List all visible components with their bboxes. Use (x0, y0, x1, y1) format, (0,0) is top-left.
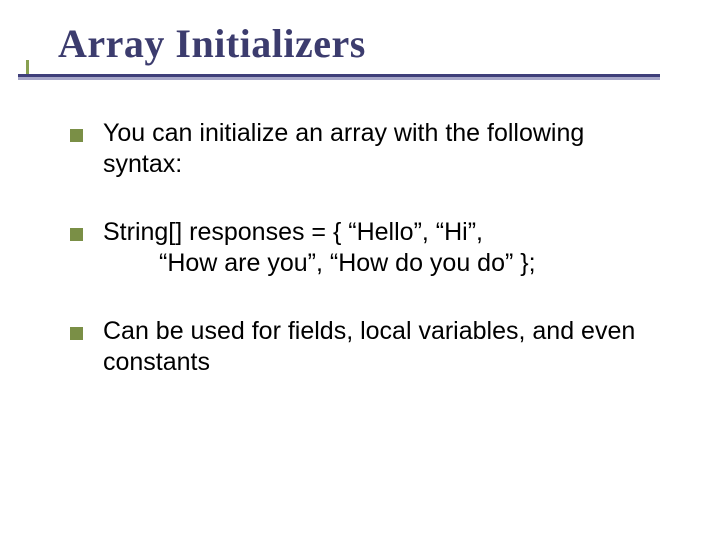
square-bullet-icon (70, 129, 83, 142)
bullet-item: String[] responses = { “Hello”, “Hi”, “H… (70, 217, 660, 278)
title-underline (18, 74, 660, 80)
code-line-1: String[] responses = { “Hello”, “Hi”, (103, 217, 660, 248)
bullet-item: You can initialize an array with the fol… (70, 118, 660, 179)
bullet-text: You can initialize an array with the fol… (103, 118, 660, 179)
code-line-2: “How are you”, “How do you do” }; (103, 248, 660, 279)
slide-body: You can initialize an array with the fol… (70, 118, 660, 415)
square-bullet-icon (70, 327, 83, 340)
slide-title: Array Initializers (58, 20, 680, 67)
slide: Array Initializers You can initialize an… (0, 0, 720, 540)
title-area: Array Initializers (58, 20, 680, 73)
underline-light (18, 77, 660, 80)
bullet-text: Can be used for fields, local variables,… (103, 316, 660, 377)
bullet-text: String[] responses = { “Hello”, “Hi”, “H… (103, 217, 660, 278)
square-bullet-icon (70, 228, 83, 241)
title-accent-tick (26, 60, 29, 74)
bullet-item: Can be used for fields, local variables,… (70, 316, 660, 377)
